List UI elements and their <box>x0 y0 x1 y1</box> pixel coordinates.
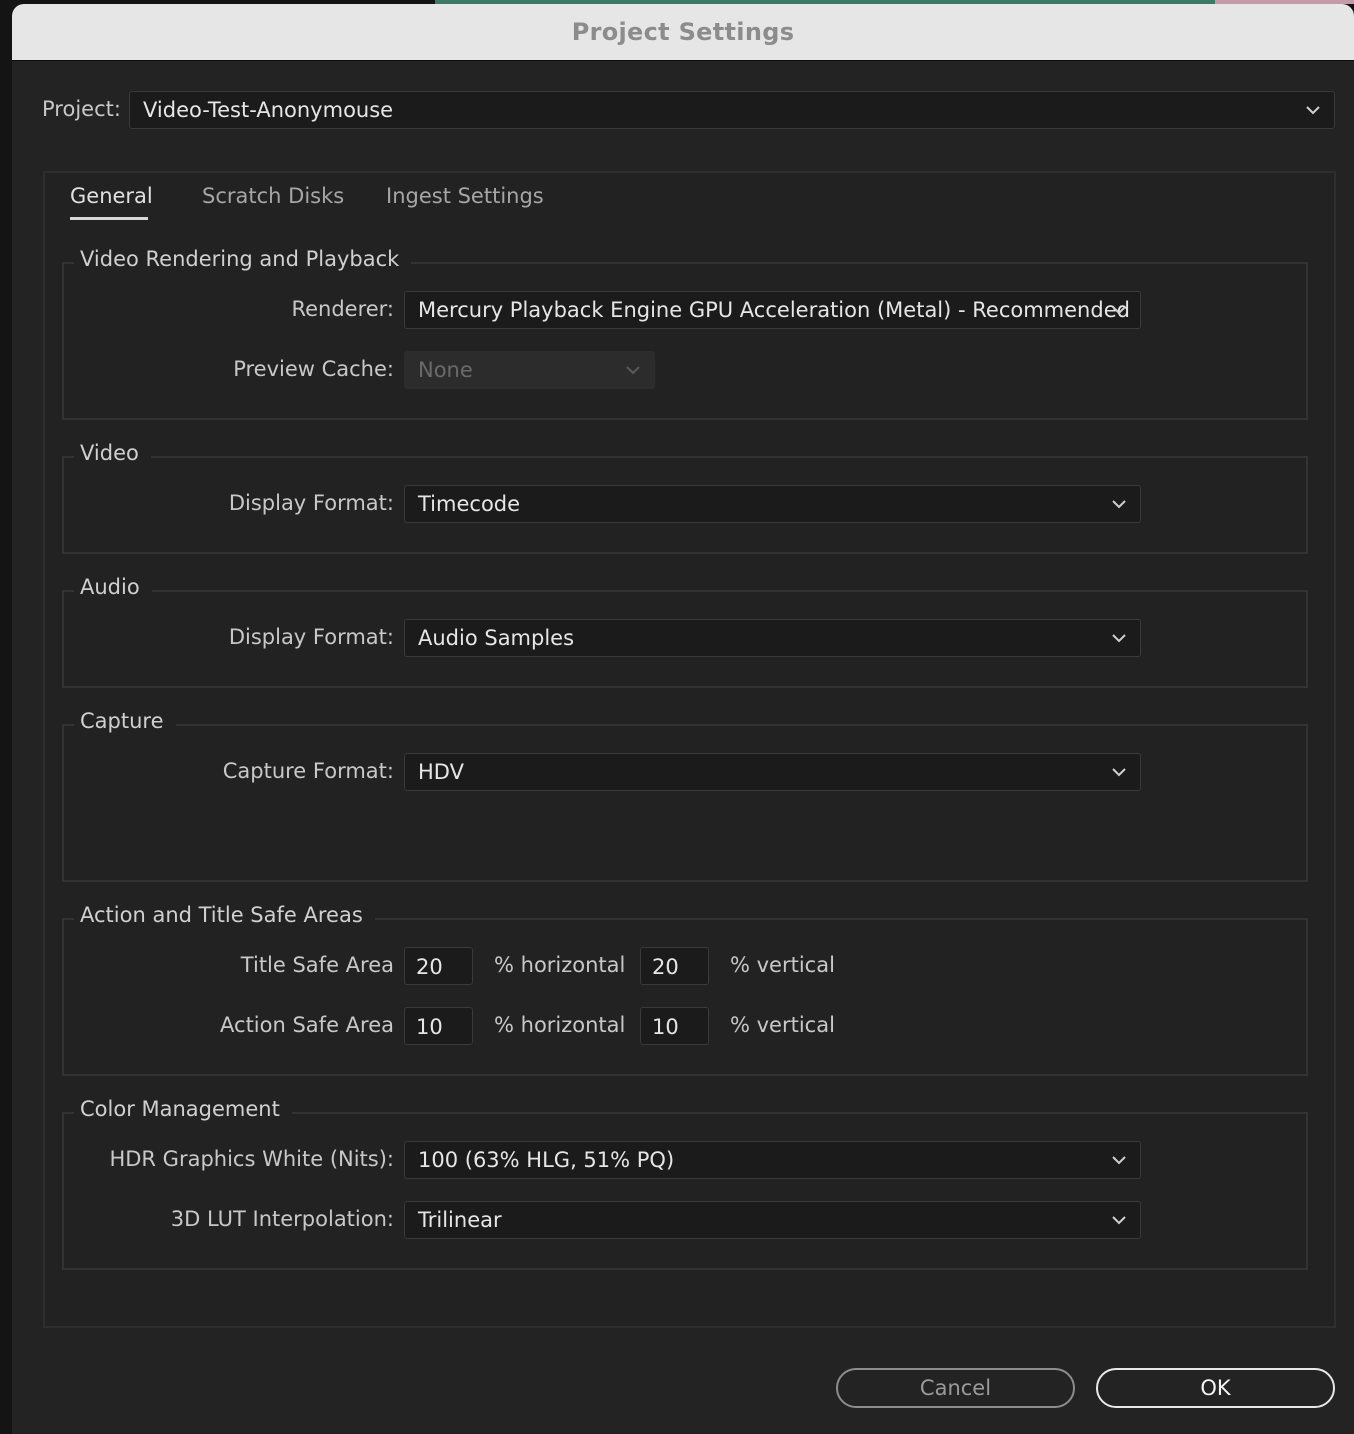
action-safe-label: Action Safe Area <box>220 1013 394 1037</box>
audio-display-format-value: Audio Samples <box>418 626 575 650</box>
safe-areas-group <box>62 918 1308 1076</box>
audio-display-format-label: Display Format: <box>228 625 394 649</box>
video-title: Video <box>74 441 151 465</box>
action-safe-horizontal-suffix: % horizontal <box>494 1013 626 1037</box>
ok-button[interactable]: OK <box>1096 1368 1335 1408</box>
title-safe-vertical-input[interactable]: 20 <box>640 947 709 985</box>
video-display-format-label: Display Format: <box>228 491 394 515</box>
chevron-down-icon <box>1112 1156 1126 1165</box>
chevron-down-icon <box>1112 306 1126 315</box>
capture-format-select[interactable]: HDV <box>404 753 1141 791</box>
chevron-down-icon <box>1112 500 1126 509</box>
capture-group <box>62 724 1308 882</box>
safe-areas-title: Action and Title Safe Areas <box>74 903 375 927</box>
renderer-select[interactable]: Mercury Playback Engine GPU Acceleration… <box>404 291 1141 329</box>
audio-title: Audio <box>74 575 152 599</box>
title-safe-label: Title Safe Area <box>240 953 394 977</box>
title-safe-horizontal-suffix: % horizontal <box>494 953 626 977</box>
color-management-title: Color Management <box>74 1097 292 1121</box>
video-display-format-select[interactable]: Timecode <box>404 485 1141 523</box>
audio-display-format-select[interactable]: Audio Samples <box>404 619 1141 657</box>
title-safe-vertical-suffix: % vertical <box>730 953 835 977</box>
renderer-label: Renderer: <box>291 297 394 321</box>
project-select[interactable]: Video-Test-Anonymouse <box>129 91 1335 129</box>
capture-title: Capture <box>74 709 176 733</box>
tab-general[interactable]: General <box>70 184 153 208</box>
lut-interpolation-select[interactable]: Trilinear <box>404 1201 1141 1239</box>
capture-format-value: HDV <box>418 760 464 784</box>
dialog-titlebar: Project Settings <box>12 4 1354 61</box>
video-rendering-title: Video Rendering and Playback <box>74 247 412 271</box>
tab-ingest-settings[interactable]: Ingest Settings <box>386 184 544 208</box>
chevron-down-icon <box>1112 1216 1126 1225</box>
project-select-value: Video-Test-Anonymouse <box>143 98 394 122</box>
color-management-group <box>62 1112 1308 1270</box>
capture-format-label: Capture Format: <box>222 759 394 783</box>
dialog-title: Project Settings <box>571 18 795 46</box>
action-safe-vertical-input[interactable]: 10 <box>640 1007 709 1045</box>
chevron-down-icon <box>626 366 640 375</box>
preview-cache-label: Preview Cache: <box>233 357 394 381</box>
lut-interpolation-label: 3D LUT Interpolation: <box>170 1207 394 1231</box>
video-display-format-value: Timecode <box>418 492 521 516</box>
tab-scratch-disks[interactable]: Scratch Disks <box>202 184 344 208</box>
action-safe-vertical-suffix: % vertical <box>730 1013 835 1037</box>
hdr-white-label: HDR Graphics White (Nits): <box>109 1147 394 1171</box>
tab-general-underline <box>70 217 148 220</box>
chevron-down-icon <box>1306 106 1320 115</box>
project-settings-dialog: Project Settings Project: Video-Test-Ano… <box>12 4 1354 1434</box>
action-safe-horizontal-input[interactable]: 10 <box>404 1007 473 1045</box>
video-rendering-group <box>62 262 1308 420</box>
lut-interpolation-value: Trilinear <box>418 1208 502 1232</box>
hdr-white-value: 100 (63% HLG, 51% PQ) <box>418 1148 675 1172</box>
preview-cache-select-value: None <box>418 358 473 382</box>
title-safe-horizontal-input[interactable]: 20 <box>404 947 473 985</box>
cancel-button[interactable]: Cancel <box>836 1368 1075 1408</box>
chevron-down-icon <box>1112 634 1126 643</box>
preview-cache-select: None <box>404 351 655 389</box>
chevron-down-icon <box>1112 768 1126 777</box>
hdr-white-select[interactable]: 100 (63% HLG, 51% PQ) <box>404 1141 1141 1179</box>
project-label: Project: <box>42 97 121 121</box>
renderer-select-value: Mercury Playback Engine GPU Acceleration… <box>418 298 1130 322</box>
